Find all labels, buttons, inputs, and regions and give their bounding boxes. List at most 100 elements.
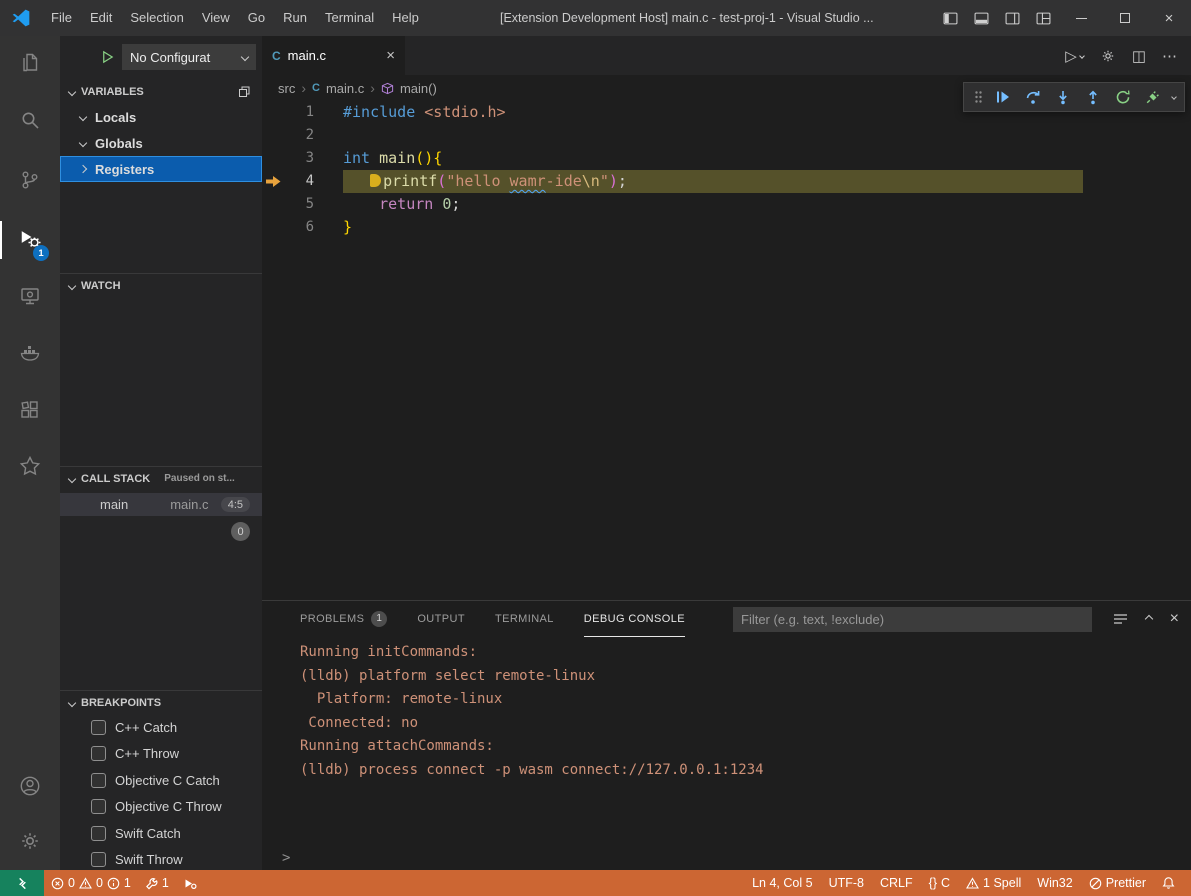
frame-position-badge: 4:5 [221, 497, 250, 512]
breakpoints-list: C++ CatchC++ ThrowObjective C Catch Objec… [60, 714, 262, 870]
debug-config-dropdown[interactable]: No Configurat [122, 44, 256, 70]
close-icon[interactable]: × [386, 47, 395, 64]
breakpoint-checkbox[interactable] [91, 746, 106, 761]
panel-tab-terminal[interactable]: TERMINAL [495, 602, 554, 637]
restart-icon[interactable] [1112, 85, 1134, 109]
minimize-button[interactable] [1059, 0, 1103, 36]
breakpoint-checkbox[interactable] [91, 826, 106, 841]
breakpoint-checkbox[interactable] [91, 720, 106, 735]
code-text[interactable]: return 0; [343, 193, 460, 216]
source-control-icon[interactable] [0, 156, 60, 204]
extensions-icon[interactable] [0, 386, 60, 434]
variables-item-globals[interactable]: Globals [60, 130, 262, 156]
menu-run[interactable]: Run [274, 0, 316, 36]
panel-menu-icon[interactable] [1113, 613, 1128, 625]
breadcrumb-item-file[interactable]: main.c [326, 81, 364, 96]
toggle-secondary-sidebar-icon[interactable] [997, 0, 1028, 36]
gear-icon[interactable] [1100, 48, 1116, 64]
step-out-icon[interactable] [1082, 85, 1104, 109]
run-and-debug-icon[interactable]: 1 [0, 216, 60, 264]
collapse-all-icon[interactable] [237, 85, 251, 99]
panel-tab-output[interactable]: OUTPUT [417, 602, 465, 637]
toggle-sidebar-icon[interactable] [935, 0, 966, 36]
breakpoint-checkbox[interactable] [91, 852, 106, 867]
menu-file[interactable]: File [42, 0, 81, 36]
code-text[interactable]: } [343, 216, 352, 239]
breakpoint-item[interactable]: Objective C Throw [60, 794, 262, 821]
settings-gear-icon[interactable] [0, 817, 60, 865]
remote-indicator[interactable] [0, 870, 44, 896]
menu-terminal[interactable]: Terminal [316, 0, 383, 36]
toolchain-status[interactable]: 1 [138, 870, 176, 896]
breadcrumb-item-src[interactable]: src [278, 81, 295, 96]
breakpoint-checkbox[interactable] [91, 773, 106, 788]
panel-tab-problems[interactable]: PROBLEMS1 [300, 602, 387, 637]
maximize-button[interactable] [1103, 0, 1147, 36]
chevron-right-icon [79, 165, 87, 173]
menu-edit[interactable]: Edit [81, 0, 121, 36]
menu-help[interactable]: Help [383, 0, 428, 36]
breakpoint-item[interactable]: C++ Catch [60, 714, 262, 741]
breakpoint-checkbox[interactable] [91, 799, 106, 814]
chevron-down-icon[interactable] [1171, 94, 1177, 100]
breakpoint-item[interactable]: Swift Throw [60, 847, 262, 871]
explorer-icon[interactable] [0, 38, 60, 86]
code-text[interactable]: int main(){ [343, 147, 442, 170]
star-icon[interactable] [0, 442, 60, 490]
panel-tab-debug-console[interactable]: DEBUG CONSOLE [584, 602, 685, 637]
chevron-up-icon[interactable] [1144, 615, 1152, 623]
language-mode[interactable]: {} C [921, 870, 958, 896]
more-actions-icon[interactable]: ⋯ [1162, 47, 1177, 65]
console-filter-input[interactable] [733, 607, 1092, 632]
grip-handle-icon[interactable] [972, 85, 984, 109]
start-debugging-icon[interactable] [100, 49, 115, 65]
accounts-icon[interactable] [0, 762, 60, 810]
eol-status[interactable]: CRLF [872, 870, 921, 896]
customize-layout-icon[interactable] [1028, 0, 1059, 36]
platform-status[interactable]: Win32 [1029, 870, 1080, 896]
code-text[interactable]: printf("hello wamr-ide\n"); [343, 170, 1083, 193]
line-number: 6 [284, 216, 314, 239]
close-icon[interactable]: × [1170, 610, 1179, 628]
step-into-icon[interactable] [1052, 85, 1074, 109]
menu-view[interactable]: View [193, 0, 239, 36]
menu-selection[interactable]: Selection [121, 0, 192, 36]
breakpoint-item[interactable]: Objective C Catch [60, 767, 262, 794]
breakpoint-label: Objective C Throw [115, 799, 222, 814]
breakpoint-item[interactable]: Swift Catch [60, 820, 262, 847]
continue-icon[interactable] [992, 85, 1014, 109]
vscode-logo-icon [0, 8, 42, 28]
step-over-icon[interactable] [1022, 85, 1044, 109]
inline-breakpoint-icon[interactable] [370, 174, 381, 187]
console-line: Connected: no [300, 712, 1181, 736]
breakpoints-section-header[interactable]: BREAKPOINTS [60, 690, 262, 714]
run-or-debug-icon[interactable]: ▷ [1065, 47, 1084, 65]
variables-section-header[interactable]: VARIABLES [60, 80, 262, 104]
problems-status[interactable]: 0 0 1 [44, 870, 138, 896]
glyph-margin[interactable] [262, 176, 284, 187]
callstack-section-header[interactable]: CALL STACK Paused on st... [60, 466, 262, 490]
callstack-frame[interactable]: main main.c 4:5 [60, 493, 262, 516]
menu-go[interactable]: Go [239, 0, 274, 36]
variables-item-registers[interactable]: Registers [60, 156, 262, 182]
console-input[interactable]: > [282, 848, 1181, 868]
disconnect-icon[interactable] [1142, 85, 1164, 109]
notifications-bell[interactable] [1154, 870, 1183, 896]
variables-item-locals[interactable]: Locals [60, 104, 262, 130]
formatter-status[interactable]: Prettier [1081, 870, 1154, 896]
remote-explorer-icon[interactable] [0, 272, 60, 320]
tab-main-c[interactable]: C main.c × [262, 36, 405, 75]
breakpoint-item[interactable]: C++ Throw [60, 741, 262, 768]
cursor-position[interactable]: Ln 4, Col 5 [744, 870, 820, 896]
close-button[interactable]: × [1147, 0, 1191, 36]
watch-section-header[interactable]: WATCH [60, 273, 262, 297]
debug-status[interactable] [176, 870, 204, 896]
spell-status[interactable]: 1 Spell [958, 870, 1029, 896]
breadcrumb-item-symbol[interactable]: main() [400, 81, 437, 96]
code-text[interactable]: #include <stdio.h> [343, 101, 506, 124]
encoding-status[interactable]: UTF-8 [821, 870, 872, 896]
search-icon[interactable] [0, 96, 60, 144]
docker-icon[interactable] [0, 328, 60, 376]
split-editor-icon[interactable]: ◫ [1132, 47, 1146, 65]
toggle-panel-icon[interactable] [966, 0, 997, 36]
